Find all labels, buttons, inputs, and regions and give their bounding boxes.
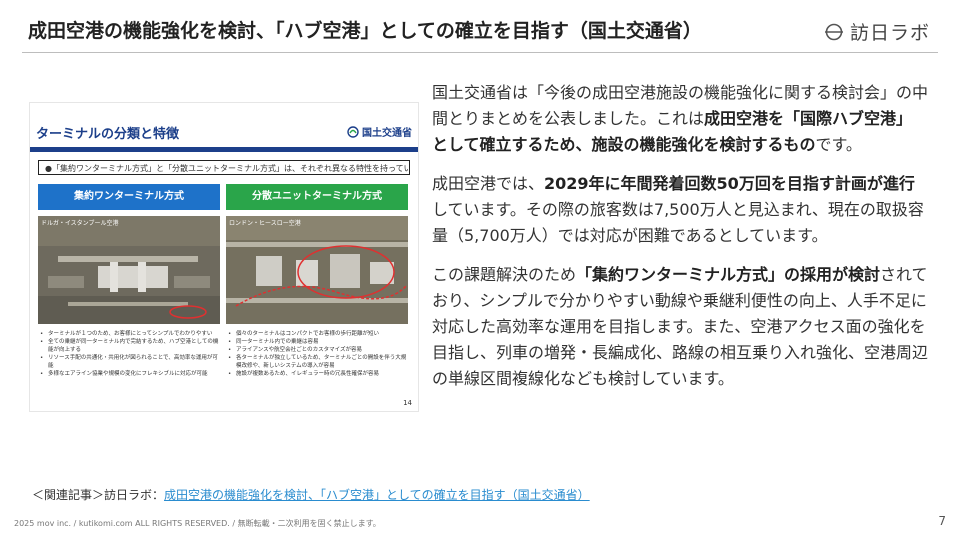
paragraph-text: この課題解決のため <box>432 265 577 284</box>
article-body: 国土交通省は「今後の成田空港施設の機能強化に関する検討会」の中間とりまとめを公表… <box>432 80 928 405</box>
paragraph-1: 国土交通省は「今後の成田空港施設の機能強化に関する検討会」の中間とりまとめを公表… <box>432 80 928 158</box>
list-item: リソース手配の共通化・共用化が図られることで、高効率な運用が可能 <box>40 354 220 370</box>
paragraph-text: 成田空港では、 <box>432 174 545 193</box>
list-item: 多様なエアライン協業や規模の変化にフレキシブルに対応が可能 <box>40 370 220 378</box>
slide-column-heading: 集約ワンターミナル方式 <box>38 184 220 210</box>
related-article-prefix: ＜関連記事＞訪日ラボ： <box>32 488 165 502</box>
paragraph-emphasis: 「集約ワンターミナル方式」の採用が検討 <box>576 265 881 284</box>
list-item: アライアンスや航空会社ごとのカスタマイズが容易 <box>228 346 408 354</box>
related-article-link[interactable]: 成田空港の機能強化を検討、「ハブ空港」としての確立を目指す（国土交通省） <box>164 488 590 502</box>
slide-column-heading: 分散ユニットターミナル方式 <box>226 184 408 210</box>
airport-photo-heathrow: ロンドン・ヒースロー空港 <box>226 216 408 324</box>
list-item: 施設が複数あるため、イレギュラー時の冗長性確保が容易 <box>228 370 408 378</box>
paragraph-text: です。 <box>815 135 862 154</box>
ministry-emblem-icon <box>347 125 359 138</box>
slide-bullet-list: ターミナルが１つのため、お客様にとってシンプルでわかりやすい 全ての乗継が同一タ… <box>38 330 220 378</box>
list-item: 各ターミナルが独立しているため、ターミナルごとの開設を伴う大規模改修や、新しいシ… <box>228 354 408 370</box>
paragraph-2: 成田空港では、2029年に年間発着回数50万回を目指す計画が進行しています。その… <box>432 171 928 249</box>
logo: 訪日ラボ <box>824 18 930 45</box>
page-number: 7 <box>938 514 946 528</box>
logo-text: 訪日ラボ <box>850 22 931 44</box>
slide-header: ターミナルの分類と特徴 国土交通省 <box>30 117 418 147</box>
slide-column-one-terminal: 集約ワンターミナル方式 ドルガ・イスタンブール空港 ターミナルが１つのため、お客… <box>38 184 220 378</box>
photo-caption: ロンドン・ヒースロー空港 <box>229 220 301 227</box>
paragraph-emphasis: 2029年に年間発着回数50万回を目指す計画が進行 <box>544 174 915 193</box>
related-article: ＜関連記事＞訪日ラボ：成田空港の機能強化を検討、「ハブ空港」としての確立を目指す… <box>32 486 590 503</box>
paragraph-text: しています。その際の旅客数は7,500万人と見込まれ、現在の取扱容量（5,700… <box>432 200 924 245</box>
list-item: 同一ターミナル内での乗継は容易 <box>228 338 408 346</box>
list-item: 個々のターミナルはコンパクトでお客様の歩行距離が短い <box>228 330 408 338</box>
paragraph-3: この課題解決のため「集約ワンターミナル方式」の採用が検討されており、シンプルで分… <box>432 262 928 392</box>
slide-ministry-mark: 国土交通省 <box>347 124 412 139</box>
aerial-photo-graphic <box>38 216 220 324</box>
slide-bullet-list: 個々のターミナルはコンパクトでお客様の歩行距離が短い 同一ターミナル内での乗継は… <box>226 330 408 378</box>
aerial-photo-graphic <box>226 216 408 324</box>
slide-column-unit-terminal: 分散ユニットターミナル方式 ロンドン・ヒースロー空港 個々のターミナルはコンパク… <box>226 184 408 378</box>
logo-icon <box>825 23 843 40</box>
slide-title-bar <box>30 147 418 152</box>
footer-copyright: 2025 mov inc. / kutikomi.com ALL RIGHTS … <box>14 519 381 528</box>
slide-ministry-text: 国土交通省 <box>362 128 412 139</box>
slide-note: ●「集約ワンターミナル方式」と「分散ユニットターミナル方式」は、それぞれ異なる特… <box>38 160 410 175</box>
list-item: 全ての乗継が同一ターミナル内で完結するため、ハブ空港としての機能が向上する <box>40 338 220 354</box>
header-divider <box>22 52 938 53</box>
embedded-slide-image: ターミナルの分類と特徴 国土交通省 ●「集約ワンターミナル方式」と「分散ユニット… <box>30 103 418 411</box>
page-title: 成田空港の機能強化を検討、「ハブ空港」としての確立を目指す（国土交通省） <box>28 20 702 42</box>
airport-photo-istanbul: ドルガ・イスタンブール空港 <box>38 216 220 324</box>
photo-caption: ドルガ・イスタンブール空港 <box>41 220 119 227</box>
slide-title: ターミナルの分類と特徴 <box>36 127 180 142</box>
list-item: ターミナルが１つのため、お客様にとってシンプルでわかりやすい <box>40 330 220 338</box>
slide-page-number: 14 <box>403 399 412 407</box>
